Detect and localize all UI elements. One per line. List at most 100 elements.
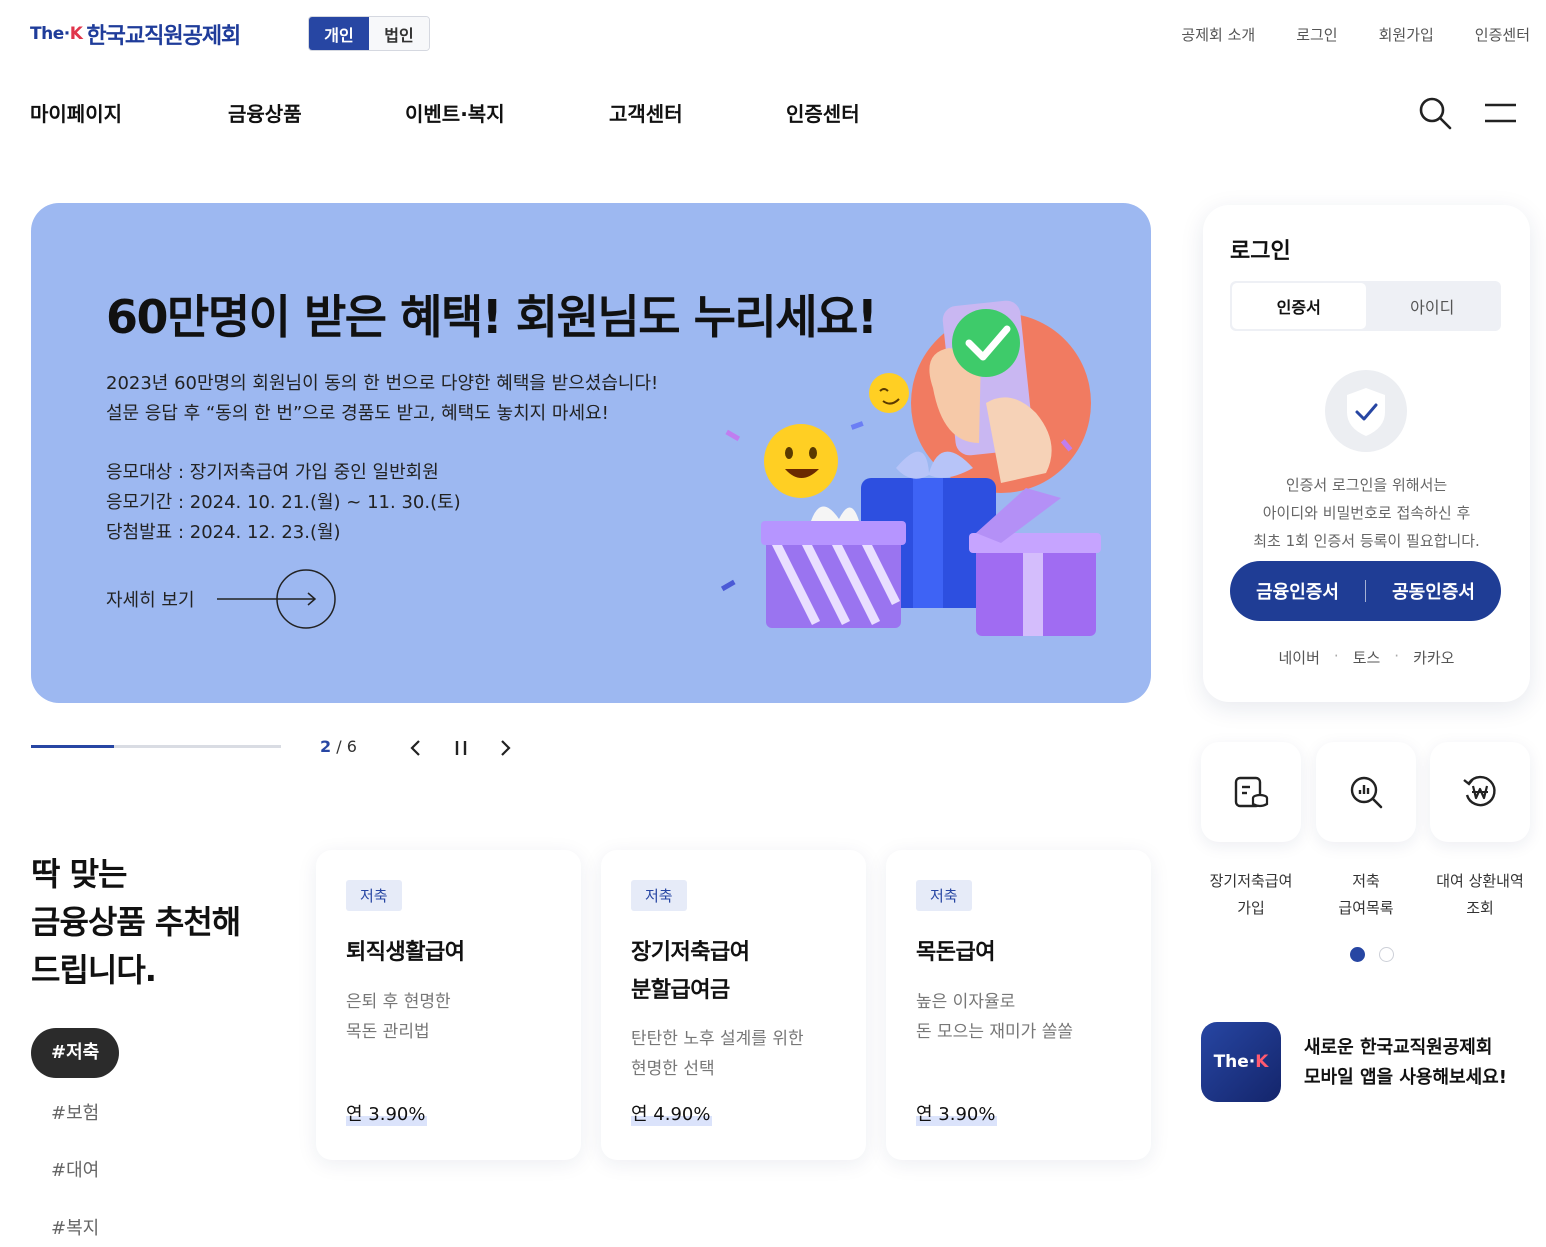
quick-menu-pagination [1350, 947, 1394, 962]
slider-separator: / [331, 737, 347, 756]
logo-prefix: The· [30, 24, 70, 44]
tab-certificate[interactable]: 인증서 [1232, 283, 1366, 329]
kakao-login-link[interactable]: 카카오 [1413, 647, 1454, 668]
tag-welfare[interactable]: #복지 [31, 1214, 119, 1240]
product-rate: 연 3.90% [346, 1100, 428, 1126]
financial-cert-button[interactable]: 금융인증서 [1230, 578, 1365, 604]
cert-button-group: 금융인증서 공동인증서 [1230, 561, 1501, 621]
util-link-signup[interactable]: 회원가입 [1379, 24, 1434, 45]
naver-login-link[interactable]: 네이버 [1279, 647, 1320, 668]
app-promo-line: 모바일 앱을 사용해보세요! [1304, 1067, 1507, 1088]
hero-banner[interactable]: 60만명이 받은 혜택! 회원님도 누리세요! 2023년 60만명의 회원님이… [31, 203, 1151, 703]
social-login-links: 네이버 · 토스 · 카카오 [1203, 647, 1530, 668]
quick-menu-loan-history[interactable]: 대여 상환내역 조회 [1430, 742, 1530, 917]
pagination-dot[interactable] [1350, 947, 1365, 962]
slider-counter: 2 / 6 [320, 737, 357, 756]
document-coin-icon [1234, 776, 1269, 808]
utility-nav: 공제회 소개 로그인 회원가입 인증센터 [1181, 24, 1530, 45]
tag-insurance[interactable]: #보험 [31, 1099, 119, 1125]
util-link-cert-center[interactable]: 인증센터 [1475, 24, 1530, 45]
nav-item-mypage[interactable]: 마이페이지 [30, 98, 228, 127]
toss-login-link[interactable]: 토스 [1353, 647, 1381, 668]
logo-k: K [69, 24, 83, 44]
quick-menu-label: 조회 [1466, 899, 1494, 917]
product-title: 장기저축급여 분할급여금 [631, 940, 750, 1003]
separator-dot: · [1394, 647, 1400, 665]
pause-icon[interactable] [450, 737, 472, 759]
quick-menu-savings-list[interactable]: 저축 급여목록 [1316, 742, 1416, 917]
quick-menu-label: 대여 상환내역 [1436, 872, 1524, 890]
slider-progress-bar [31, 745, 281, 748]
product-subtitle: 높은 이자율로 돈 모으는 재미가 쏠쏠 [916, 992, 1073, 1042]
hero-info-announce: 당첨발표 : 2024. 12. 23.(월) [106, 522, 341, 543]
app-icon-k: K [1255, 1052, 1269, 1072]
slider-total: 6 [346, 737, 357, 756]
login-tabs: 인증서 아이디 [1230, 281, 1501, 331]
product-card-retirement[interactable]: 저축 퇴직생활급여 은퇴 후 현명한 목돈 관리법 연 3.90% [316, 850, 581, 1160]
product-card-lump-sum[interactable]: 저축 목돈급여 높은 이자율로 돈 모으는 재미가 쏠쏠 연 3.90% [886, 850, 1151, 1160]
member-type-toggle: 개인 법인 [308, 16, 430, 51]
hero-desc-line: 설문 응답 후 “동의 한 번”으로 경품도 받고, 혜택도 놓치지 마세요! [106, 403, 609, 424]
product-card-long-term-savings[interactable]: 저축 장기저축급여 분할급여금 탄탄한 노후 설계를 위한 현명한 선택 연 4… [601, 850, 866, 1160]
login-panel: 로그인 인증서 아이디 인증서 로그인을 위해서는 아이디와 비밀번호로 접속하… [1203, 205, 1530, 702]
hero-description: 2023년 60만명의 회원님이 동의 한 번으로 다양한 혜택을 받으셨습니다… [106, 369, 658, 429]
joint-cert-button[interactable]: 공동인증서 [1366, 578, 1501, 604]
hamburger-menu-icon[interactable] [1484, 103, 1517, 123]
app-promo-line: 새로운 한국교직원공제회 [1304, 1037, 1493, 1058]
slider-current: 2 [320, 737, 332, 756]
logo-name: 한국교직원공제회 [86, 24, 241, 49]
nav-item-financial-products[interactable]: 금융상품 [228, 98, 405, 127]
nav-item-events-welfare[interactable]: 이벤트·복지 [405, 98, 609, 127]
util-link-about[interactable]: 공제회 소개 [1181, 24, 1255, 45]
recommend-title-line: 딱 맞는 [31, 855, 127, 893]
app-icon-prefix: The· [1213, 1052, 1256, 1072]
product-title: 퇴직생활급여 [346, 940, 465, 965]
search-chart-icon [1350, 776, 1383, 809]
won-history-icon [1463, 775, 1496, 807]
separator-dot: · [1333, 647, 1339, 665]
hero-more-label: 자세히 보기 [106, 590, 195, 611]
tab-id[interactable]: 아이디 [1366, 283, 1500, 329]
hero-more-link[interactable]: 자세히 보기 [106, 568, 337, 630]
hero-info-target: 응모대상 : 장기저축급여 가입 중인 일반회원 [106, 462, 439, 483]
login-message-line: 최초 1회 인증서 등록이 필요합니다. [1253, 532, 1480, 550]
pagination-dot[interactable] [1379, 947, 1394, 962]
product-title: 목돈급여 [916, 940, 995, 965]
product-badge: 저축 [631, 880, 687, 911]
arrow-right-icon [216, 569, 336, 629]
login-message: 인증서 로그인을 위해서는 아이디와 비밀번호로 접속하신 후 최초 1회 인증… [1203, 471, 1530, 555]
nav-item-customer-center[interactable]: 고객센터 [609, 98, 786, 127]
chevron-left-icon[interactable] [405, 737, 427, 759]
member-type-personal[interactable]: 개인 [309, 17, 369, 50]
product-subtitle: 은퇴 후 현명한 목돈 관리법 [346, 992, 451, 1042]
nav-item-cert-center[interactable]: 인증센터 [786, 98, 860, 127]
recommend-title-line: 금융상품 추천해 [31, 903, 241, 941]
login-message-line: 인증서 로그인을 위해서는 [1285, 476, 1448, 494]
main-nav: 마이페이지 금융상품 이벤트·복지 고객센터 인증센터 [30, 98, 860, 127]
site-logo[interactable]: The·K 한국교직원공제회 [30, 18, 241, 50]
gift-illustration [720, 300, 1101, 636]
app-icon[interactable]: The· K [1201, 1022, 1281, 1102]
recommend-title-line: 드립니다. [31, 951, 157, 989]
product-badge: 저축 [346, 880, 402, 911]
product-subtitle: 탄탄한 노후 설계를 위한 현명한 선택 [631, 1029, 804, 1079]
app-promo-text[interactable]: 새로운 한국교직원공제회 모바일 앱을 사용해보세요! [1304, 1033, 1507, 1093]
product-rate: 연 3.90% [916, 1100, 998, 1126]
hero-desc-line: 2023년 60만명의 회원님이 동의 한 번으로 다양한 혜택을 받으셨습니다… [106, 373, 659, 394]
hero-event-info: 응모대상 : 장기저축급여 가입 중인 일반회원 응모기간 : 2024. 10… [106, 458, 461, 548]
product-rate: 연 4.90% [631, 1100, 713, 1126]
tag-loan[interactable]: #대여 [31, 1156, 119, 1182]
member-type-corporate[interactable]: 법인 [369, 17, 429, 50]
hero-info-period: 응모기간 : 2024. 10. 21.(월) ~ 11. 30.(토) [106, 492, 461, 513]
chevron-right-icon[interactable] [494, 737, 516, 759]
login-message-line: 아이디와 비밀번호로 접속하신 후 [1262, 504, 1471, 522]
product-badge: 저축 [916, 880, 972, 911]
search-icon[interactable] [1418, 96, 1452, 130]
recommend-title: 딱 맞는 금융상품 추천해 드립니다. [31, 850, 241, 994]
quick-menu-savings-join[interactable]: 장기저축급여 가입 [1201, 742, 1301, 917]
tag-savings[interactable]: #저축 [31, 1028, 120, 1078]
slider-progress-fill [31, 745, 115, 748]
login-title: 로그인 [1230, 239, 1291, 264]
util-link-login[interactable]: 로그인 [1296, 24, 1337, 45]
shield-check-icon [1325, 370, 1407, 452]
